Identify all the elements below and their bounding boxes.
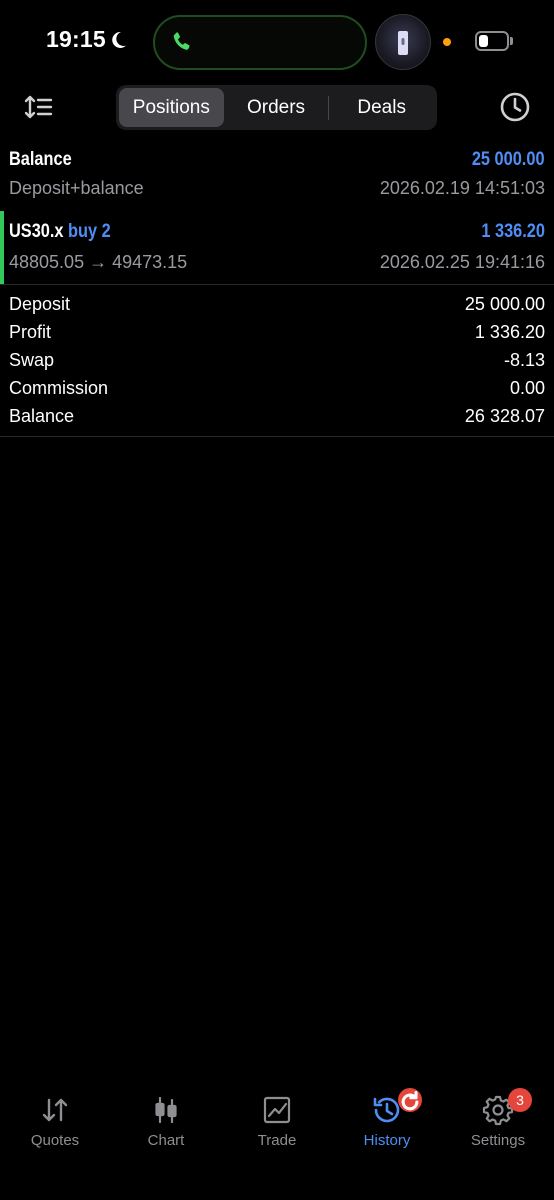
flashlight-icon — [398, 31, 408, 55]
tab-quotes[interactable]: Quotes — [0, 1090, 110, 1160]
quotes-icon — [42, 1098, 68, 1122]
summary-deposit-value: 25 000.00 — [464, 294, 545, 314]
tab-trade-label: Trade — [257, 1132, 297, 1149]
tab-settings[interactable]: Settings 3 — [443, 1088, 553, 1160]
tab-history[interactable]: History — [332, 1088, 442, 1160]
trade-icon — [263, 1096, 291, 1124]
tab-settings-label: Settings — [470, 1132, 526, 1149]
summary-commission-value: 0.00 — [509, 378, 545, 398]
chart-icon — [155, 1096, 177, 1124]
close-price: 49473.15 — [112, 252, 188, 272]
summary-separator — [0, 436, 554, 437]
tab-orders[interactable]: Orders — [224, 88, 329, 127]
summary-deposit-label: Deposit — [9, 294, 71, 314]
tab-chart-label: Chart — [147, 1132, 185, 1149]
summary-swap-value: -8.13 — [503, 350, 545, 370]
history-row-position[interactable]: US30.x buy 2 1 336.20 48805.05 → 49473.1… — [0, 211, 554, 284]
tab-positions[interactable]: Positions — [119, 88, 224, 127]
price-arrow: → — [89, 252, 108, 272]
battery-tip — [510, 37, 513, 45]
row-datetime: 2026.02.19 14:51:03 — [379, 178, 545, 198]
row-amount: 25 000.00 — [472, 149, 545, 170]
tab-quotes-label: Quotes — [30, 1132, 80, 1149]
summary-swap-label: Swap — [9, 350, 55, 370]
mic-indicator-dot — [443, 38, 451, 46]
summary-profit-value: 1 336.20 — [474, 322, 545, 342]
row-title: Balance — [9, 149, 72, 170]
summary-commission-label: Commission — [9, 378, 109, 398]
refresh-badge — [398, 1088, 422, 1112]
status-time: 19:15 — [46, 26, 106, 52]
history-mode-segmented-control: Positions Orders Deals — [116, 85, 437, 130]
phone-call-icon[interactable] — [170, 30, 194, 54]
clock-icon[interactable] — [499, 91, 531, 123]
position-title: US30.x buy 2 — [9, 221, 111, 243]
refresh-icon — [401, 1091, 419, 1111]
open-price: 48805.05 — [9, 252, 85, 272]
summary-block: Deposit 25 000.00 Profit 1 336.20 Swap -… — [0, 285, 554, 437]
position-prices: 48805.05 → 49473.15 — [9, 252, 187, 273]
summary-balance-label: Balance — [9, 406, 75, 426]
tab-positions-label: Positions — [132, 96, 210, 118]
summary-balance-value: 26 328.07 — [464, 406, 545, 426]
tab-chart[interactable]: Chart — [111, 1090, 221, 1160]
tab-trade[interactable]: Trade — [222, 1090, 332, 1160]
position-symbol: US30.x — [9, 221, 64, 242]
row-subtitle: Deposit+balance — [9, 178, 144, 198]
position-profit: 1 336.20 — [481, 221, 545, 242]
flashlight-button[interactable] — [375, 14, 431, 70]
history-row-balance[interactable]: Balance 25 000.00 Deposit+balance 2026.0… — [0, 140, 554, 210]
battery-icon — [475, 31, 509, 51]
tab-orders-label: Orders — [246, 96, 306, 118]
summary-profit-label: Profit — [9, 322, 52, 342]
moon-icon — [112, 31, 126, 48]
position-side: buy 2 — [68, 221, 111, 242]
sort-icon[interactable] — [24, 93, 54, 121]
tab-deals-label: Deals — [357, 96, 406, 118]
position-datetime: 2026.02.25 19:41:16 — [379, 252, 545, 272]
tab-history-label: History — [363, 1132, 411, 1149]
tab-deals[interactable]: Deals — [329, 88, 434, 127]
settings-badge: 3 — [508, 1088, 532, 1112]
